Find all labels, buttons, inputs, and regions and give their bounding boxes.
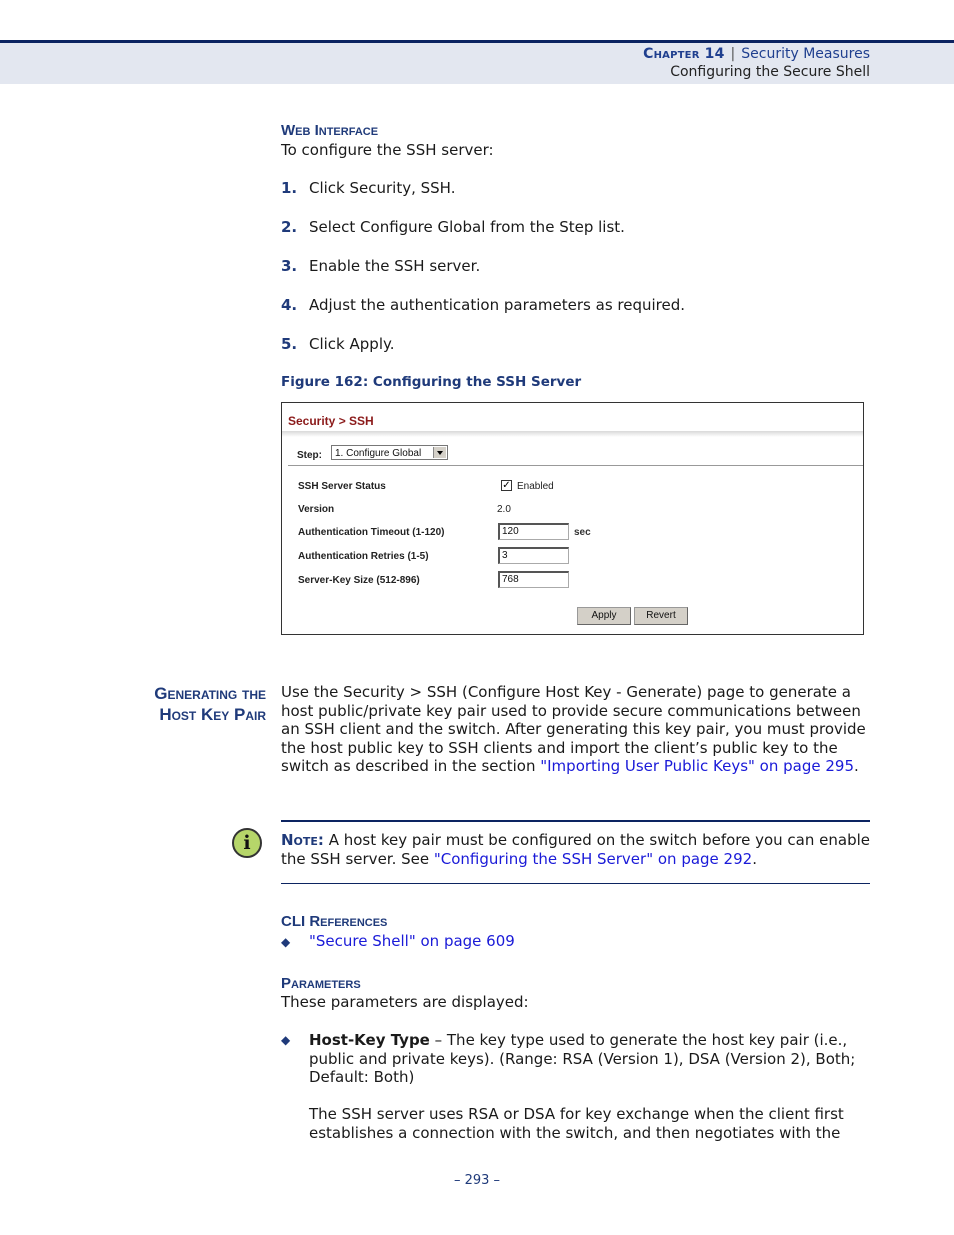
ui-label-auth-timeout: Authentication Timeout (1-120) [298,527,445,538]
section-heading-line: Host Key Pair [159,705,266,724]
note-rule-top [281,820,870,822]
step-number: 1. [281,179,298,197]
section-heading-generating-host-key: Generating the Host Key Pair [154,683,266,725]
header-separator: | [730,46,736,62]
page-number: – 293 – [453,1173,501,1188]
diamond-bullet-icon: ◆ [281,935,291,949]
ui-label-server-key-size: Server-Key Size (512-896) [298,575,420,586]
chevron-down-icon[interactable] [433,447,446,458]
server-key-size-input[interactable]: 768 [498,571,569,588]
auth-retries-input[interactable]: 3 [498,547,569,564]
web-interface-heading: Web Interface [281,122,379,139]
parameter-description: Host-Key Type – The key type used to gen… [309,1031,879,1087]
info-icon: i [232,828,262,858]
ui-label-version: Version [298,504,335,515]
step-item: 1. Click Security, SSH. [281,179,455,197]
ui-unit-sec: sec [574,527,591,538]
auth-timeout-input[interactable]: 120 [498,523,569,540]
ssh-enabled-label: Enabled [517,481,554,492]
ui-label-auth-retries: Authentication Retries (1-5) [298,551,429,562]
step-text: Select Configure Global from the Step li… [309,218,625,236]
revert-button[interactable]: Revert [634,607,688,625]
configuring-ssh-server-link[interactable]: "Configuring the SSH Server" on page 292 [434,850,752,868]
ui-breadcrumb: Security > SSH [288,414,374,428]
note-rule-bottom [281,883,870,884]
parameter-extra-text: The SSH server uses RSA or DSA for key e… [309,1105,844,1142]
note-label: Note: [281,831,324,849]
step-text: Enable the SSH server. [309,257,481,275]
host-key-paragraph: Use the Security > SSH (Configure Host K… [281,683,881,776]
section-title: Configuring the Secure Shell [670,64,870,80]
parameters-intro: These parameters are displayed: [281,993,529,1011]
ui-version-value: 2.0 [497,504,511,515]
step-number: 4. [281,296,298,314]
ui-label-ssh-status: SSH Server Status [298,481,386,492]
apply-button[interactable]: Apply [577,607,631,625]
cli-references-heading: CLI References [281,913,388,930]
step-item: 3. Enable the SSH server. [281,257,480,275]
chapter-title: Security Measures [741,46,870,62]
step-number: 5. [281,335,298,353]
step-text: Click Security, SSH. [309,179,456,197]
diamond-bullet-icon: ◆ [281,1033,291,1047]
importing-user-keys-link[interactable]: "Importing User Public Keys" on page 295 [540,757,854,775]
step-item: 5. Click Apply. [281,335,395,353]
secure-shell-link[interactable]: "Secure Shell" on page 609 [309,932,515,950]
cli-reference-item: ◆ "Secure Shell" on page 609 [281,932,515,950]
step-number: 3. [281,257,298,275]
parameters-heading: Parameters [281,975,361,992]
step-text: Adjust the authentication parameters as … [309,296,686,314]
check-icon: ✓ [502,480,511,491]
chapter-line: Chapter 14 | Security Measures [643,46,870,62]
figure-caption: Figure 162: Configuring the SSH Server [281,374,582,390]
step-number: 2. [281,218,298,236]
ssh-config-screenshot: Security > SSH Step: 1. Configure Global… [281,402,864,635]
ssh-enabled-checkbox[interactable]: ✓ [501,480,512,491]
note-end: . [752,849,757,868]
ui-divider [288,465,863,466]
paragraph-end: . [854,757,859,776]
parameter-name: Host-Key Type [309,1031,430,1049]
ui-title-divider [282,431,863,437]
parameter-entry: ◆ Host-Key Type – The key type used to g… [281,1031,881,1087]
section-heading-line: Generating the [154,684,266,703]
ui-step-select[interactable]: 1. Configure Global [331,445,448,460]
chapter-label: Chapter 14 [643,46,725,62]
step-item: 2. Select Configure Global from the Step … [281,218,625,236]
parameter-item: ◆ Host-Key Type – The key type used to g… [281,1031,881,1143]
note-box: Note: A host key pair must be configured… [281,831,881,868]
web-interface-intro: To configure the SSH server: [281,141,494,159]
step-item: 4. Adjust the authentication parameters a… [281,296,685,314]
ui-step-value: 1. Configure Global [335,448,422,459]
step-text: Click Apply. [309,335,395,353]
ui-step-label: Step: [297,450,322,461]
